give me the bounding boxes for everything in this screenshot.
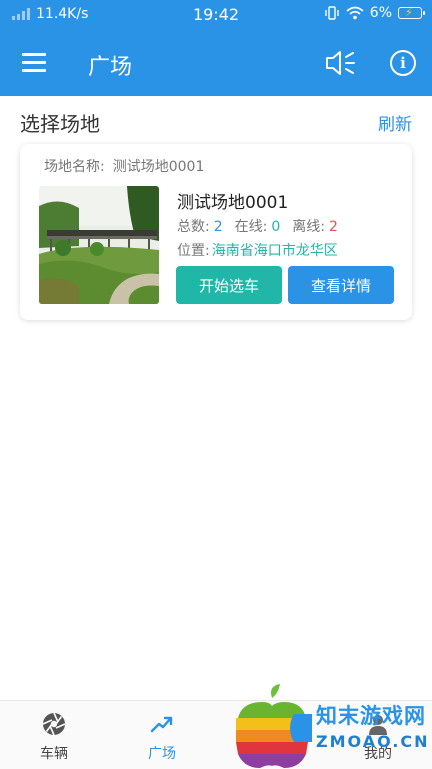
section-header: 选择场地 刷新	[0, 96, 432, 142]
battery-icon: ⚡	[398, 6, 425, 19]
start-select-car-button[interactable]: 开始选车	[176, 266, 282, 304]
venue-name-value: 测试场地0001	[112, 159, 205, 175]
offline-label: 离线:	[292, 219, 325, 235]
venue-location: 位置: 海南省海口市龙华区	[177, 240, 338, 260]
tab-label: 车辆	[40, 746, 68, 762]
page-title: 广场	[88, 55, 133, 80]
venue-name-label: 场地名称:	[44, 159, 105, 175]
bottom-tab-bar: 车辆 广场 我的	[0, 700, 432, 769]
venue-card[interactable]: 场地名称: 测试场地0001 测试场地0001 总数: 2 在线: 0 离线: 2 位置: 海…	[20, 144, 412, 320]
status-right: 6% ⚡	[324, 5, 425, 21]
speaker-icon[interactable]	[324, 48, 358, 78]
user-icon	[369, 715, 387, 735]
tab-vehicles[interactable]: 车辆	[0, 701, 108, 769]
tab-mine[interactable]: 我的	[324, 701, 432, 769]
vibrate-icon	[325, 6, 339, 20]
info-icon[interactable]: i	[390, 50, 416, 76]
menu-icon[interactable]	[22, 52, 46, 72]
location-value: 海南省海口市龙华区	[211, 243, 338, 259]
tab-label: 我的	[364, 746, 392, 762]
tab-label: 广场	[148, 746, 176, 762]
venue-title: 测试场地0001	[177, 193, 289, 213]
online-label: 在线:	[234, 219, 268, 235]
app-bar: 广场 i	[0, 30, 432, 96]
aperture-icon	[42, 712, 66, 736]
total-label: 总数:	[177, 219, 210, 235]
view-details-button[interactable]: 查看详情	[288, 266, 394, 304]
wifi-icon	[346, 6, 364, 20]
venue-thumbnail	[39, 186, 159, 304]
tab-hidden[interactable]	[216, 701, 324, 769]
venue-stats: 总数: 2 在线: 0 离线: 2	[177, 216, 338, 236]
refresh-button[interactable]: 刷新	[378, 110, 412, 135]
battery-percent: 6%	[369, 5, 392, 21]
offline-count: 2	[329, 219, 338, 235]
status-bar: 11.4K/s 19:42 6% ⚡	[0, 0, 432, 30]
trend-icon	[150, 716, 173, 733]
tab-square[interactable]: 广场	[108, 701, 216, 769]
online-count: 0	[271, 219, 281, 235]
section-title: 选择场地	[20, 112, 100, 136]
total-count: 2	[213, 219, 223, 235]
venue-name-row: 场地名称: 测试场地0001	[44, 156, 204, 176]
location-label: 位置:	[177, 243, 210, 259]
